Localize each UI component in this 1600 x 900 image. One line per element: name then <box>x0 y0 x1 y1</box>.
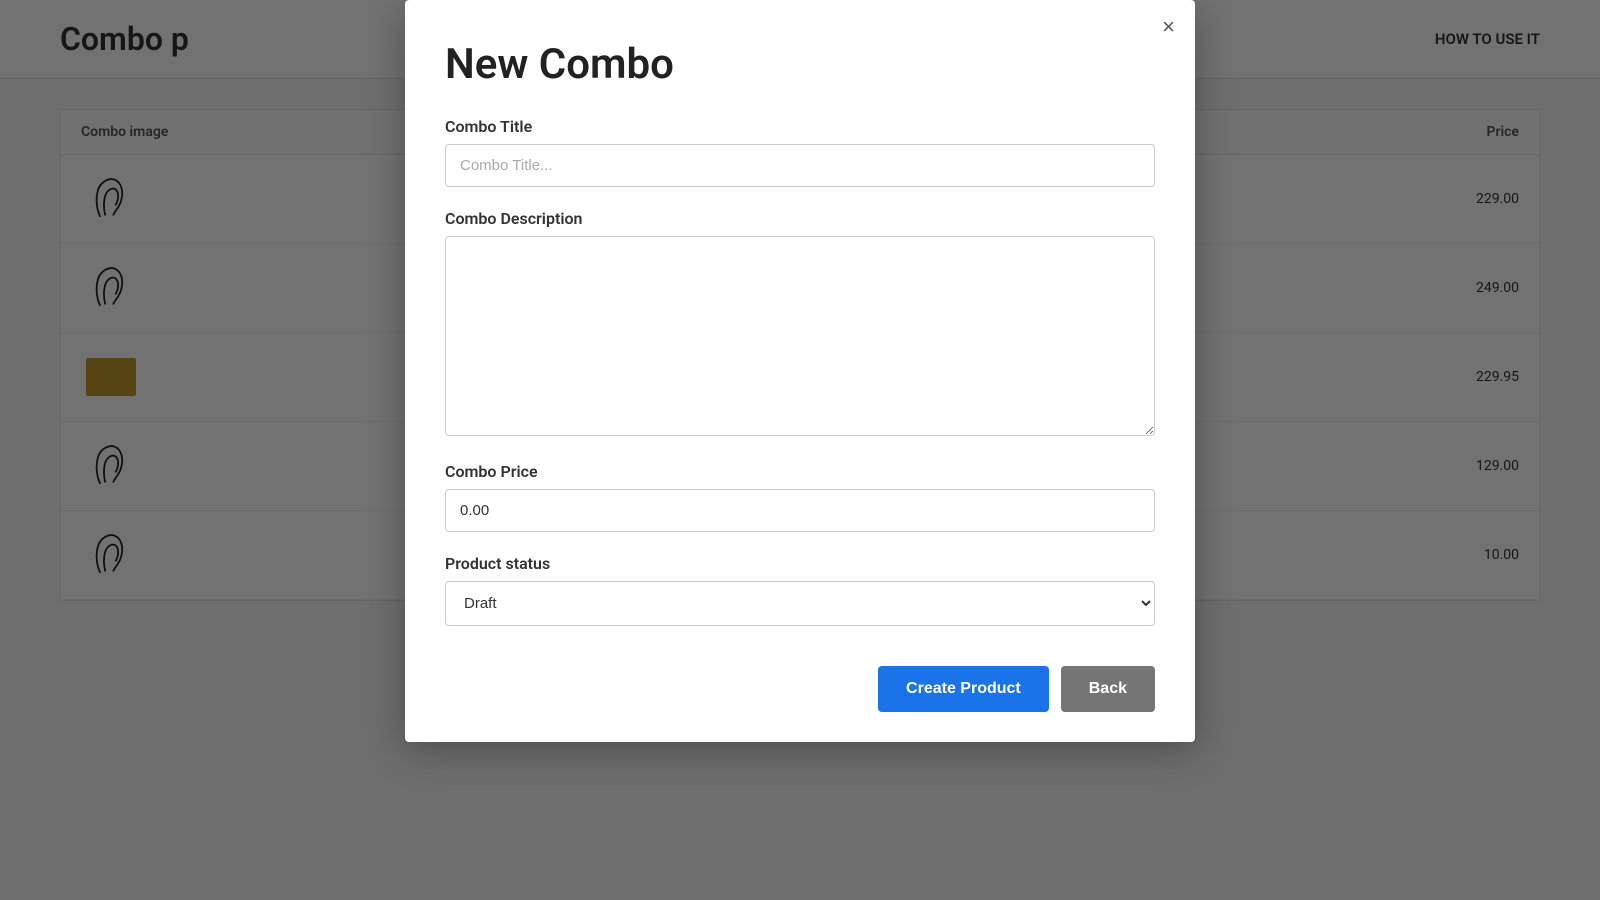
combo-price-group: Combo Price <box>445 462 1155 532</box>
combo-price-label: Combo Price <box>445 462 1155 481</box>
combo-description-group: Combo Description <box>445 209 1155 440</box>
combo-description-textarea[interactable] <box>445 236 1155 436</box>
new-combo-modal: × New Combo Combo Title Combo Descriptio… <box>405 0 1195 742</box>
create-product-button[interactable]: Create Product <box>878 666 1049 712</box>
combo-description-label: Combo Description <box>445 209 1155 228</box>
close-button[interactable]: × <box>1162 16 1175 38</box>
back-button[interactable]: Back <box>1061 666 1155 712</box>
modal-title: New Combo <box>445 40 1155 89</box>
combo-title-group: Combo Title <box>445 117 1155 187</box>
product-status-group: Product status Draft Active Archived <box>445 554 1155 626</box>
modal-overlay: × New Combo Combo Title Combo Descriptio… <box>0 0 1600 900</box>
product-status-label: Product status <box>445 554 1155 573</box>
combo-title-label: Combo Title <box>445 117 1155 136</box>
product-status-select[interactable]: Draft Active Archived <box>445 581 1155 626</box>
combo-title-input[interactable] <box>445 144 1155 187</box>
combo-price-input[interactable] <box>445 489 1155 532</box>
modal-footer: Create Product Back <box>445 656 1155 712</box>
